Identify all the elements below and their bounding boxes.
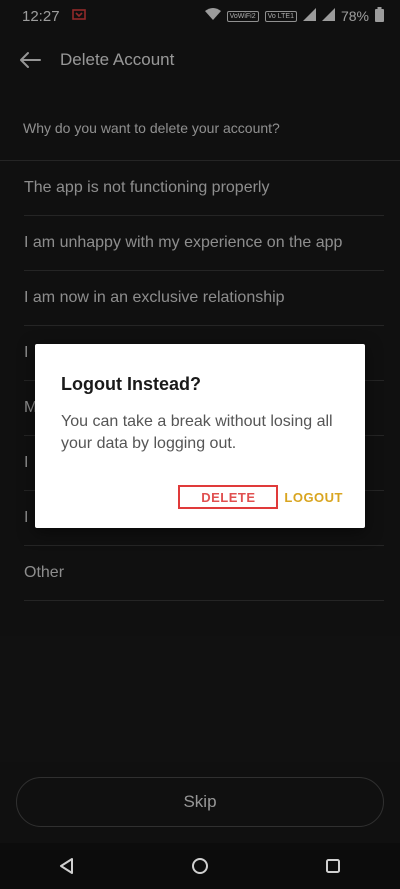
dialog-actions: DELETE LOGOUT	[35, 484, 365, 510]
back-nav-icon[interactable]	[47, 846, 87, 886]
system-nav-bar	[0, 843, 400, 889]
delete-button[interactable]: DELETE	[178, 485, 279, 509]
logout-dialog: Logout Instead? You can take a break wit…	[35, 344, 365, 528]
dialog-title: Logout Instead?	[61, 374, 201, 394]
recents-nav-icon[interactable]	[313, 846, 353, 886]
dialog-message: You can take a break without losing all …	[61, 413, 333, 452]
logout-button[interactable]: LOGOUT	[284, 490, 343, 505]
home-nav-icon[interactable]	[180, 846, 220, 886]
